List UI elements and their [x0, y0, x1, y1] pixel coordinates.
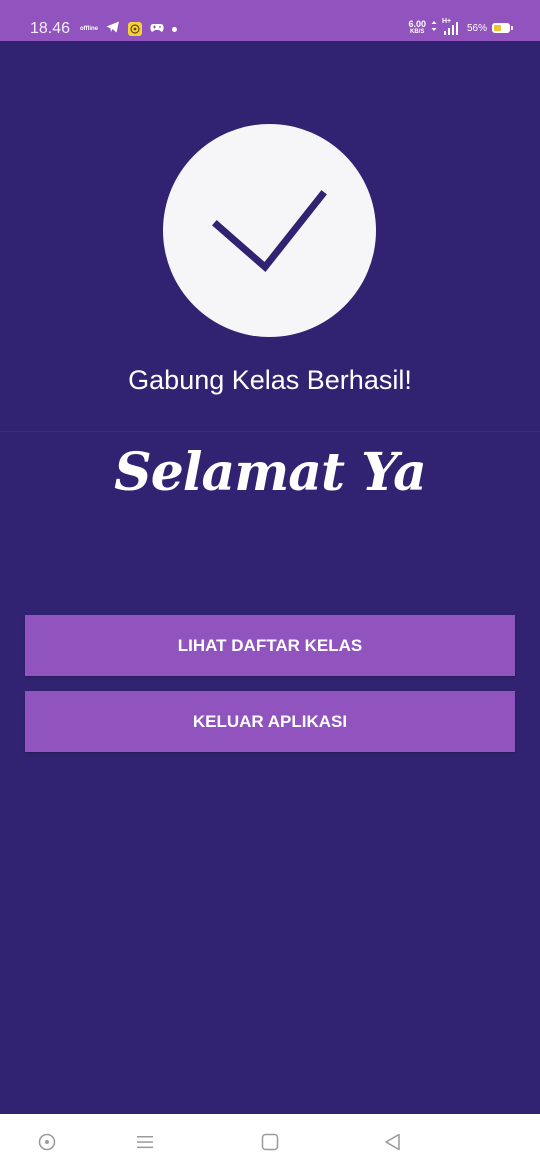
network-speed-unit: KB/S — [410, 29, 425, 35]
dot-icon — [172, 26, 177, 32]
back-icon[interactable] — [383, 1132, 403, 1152]
navigation-bar — [0, 1114, 540, 1170]
success-title: Gabung Kelas Berhasil! — [128, 365, 412, 395]
telegram-icon — [106, 20, 120, 38]
game-controller-icon — [150, 20, 164, 38]
menu-icon[interactable] — [135, 1132, 155, 1152]
checkmark-icon — [212, 190, 327, 273]
assistant-icon[interactable] — [37, 1132, 57, 1152]
status-time: 18.46 — [30, 20, 71, 37]
notification-app-icon — [128, 22, 142, 36]
network-speed: 6.00 KB/S — [408, 20, 426, 36]
success-badge — [163, 124, 376, 337]
notification-icons: offline — [80, 20, 177, 38]
signal-icon: H+ — [442, 18, 462, 35]
status-bar: 18.46 offline 6.00 KB/S H+ 56% — [0, 0, 540, 41]
system-status: 6.00 KB/S H+ 56% — [408, 18, 513, 38]
home-icon[interactable] — [260, 1132, 280, 1152]
network-speed-value: 6.00 — [408, 19, 426, 29]
battery-level — [494, 25, 501, 31]
greeting-text: Selamat Ya — [114, 442, 427, 503]
offline-icon: offline — [80, 26, 98, 32]
screen: 18.46 offline 6.00 KB/S H+ 56% Gabung Ke… — [0, 0, 540, 1170]
battery-percent: 56% — [466, 22, 487, 34]
divider — [0, 431, 540, 432]
battery-icon — [492, 23, 513, 33]
data-transfer-icon — [431, 19, 437, 37]
battery-nub — [511, 26, 513, 30]
view-class-list-button[interactable]: LIHAT DAFTAR KELAS — [25, 615, 515, 676]
exit-app-button[interactable]: KELUAR APLIKASI — [25, 691, 515, 752]
